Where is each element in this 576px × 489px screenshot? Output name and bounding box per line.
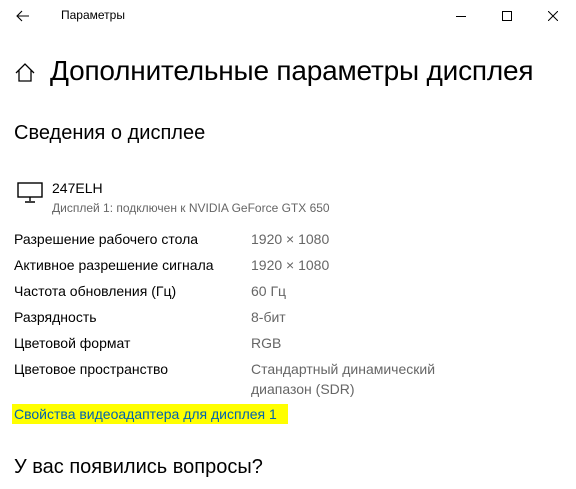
monitor-icon [17, 182, 43, 203]
bit-depth-label: Разрядность [14, 309, 97, 325]
desktop-resolution-label: Разрешение рабочего стола [14, 231, 199, 247]
questions-heading: У вас появились вопросы? [14, 456, 263, 478]
window-title: Параметры [61, 8, 125, 22]
back-button[interactable] [0, 0, 46, 32]
maximize-button[interactable] [484, 0, 530, 32]
minimize-icon [456, 16, 466, 17]
color-space-value-line2: диапазон (SDR) [251, 381, 355, 397]
color-format-label: Цветовой формат [14, 335, 131, 351]
monitor-connection: Дисплей 1: подключен к NVIDIA GeForce GT… [52, 201, 330, 215]
maximize-icon [502, 11, 512, 21]
bit-depth-value: 8-бит [251, 309, 286, 325]
minimize-button[interactable] [438, 0, 484, 32]
color-space-label: Цветовое пространство [14, 361, 169, 377]
display-info-heading: Сведения о дисплее [14, 122, 206, 144]
color-format-value: RGB [251, 335, 282, 351]
close-button[interactable] [530, 0, 576, 32]
back-arrow-icon [16, 10, 29, 22]
home-icon[interactable] [14, 62, 36, 84]
desktop-resolution-value: 1920 × 1080 [251, 231, 330, 247]
active-resolution-value: 1920 × 1080 [251, 257, 330, 273]
page-title: Дополнительные параметры дисплея [50, 55, 534, 86]
refresh-rate-label: Частота обновления (Гц) [14, 283, 177, 299]
active-resolution-label: Активное разрешение сигнала [14, 257, 214, 273]
monitor-name: 247ELH [52, 180, 103, 196]
color-space-value-line1: Стандартный динамический [251, 361, 436, 377]
page-header: Дополнительные параметры дисплея [0, 52, 576, 96]
adapter-properties-link[interactable]: Свойства видеоадаптера для дисплея 1 [14, 406, 277, 422]
close-icon [548, 11, 558, 21]
refresh-rate-value: 60 Гц [251, 283, 287, 299]
title-bar: Параметры [0, 0, 576, 32]
